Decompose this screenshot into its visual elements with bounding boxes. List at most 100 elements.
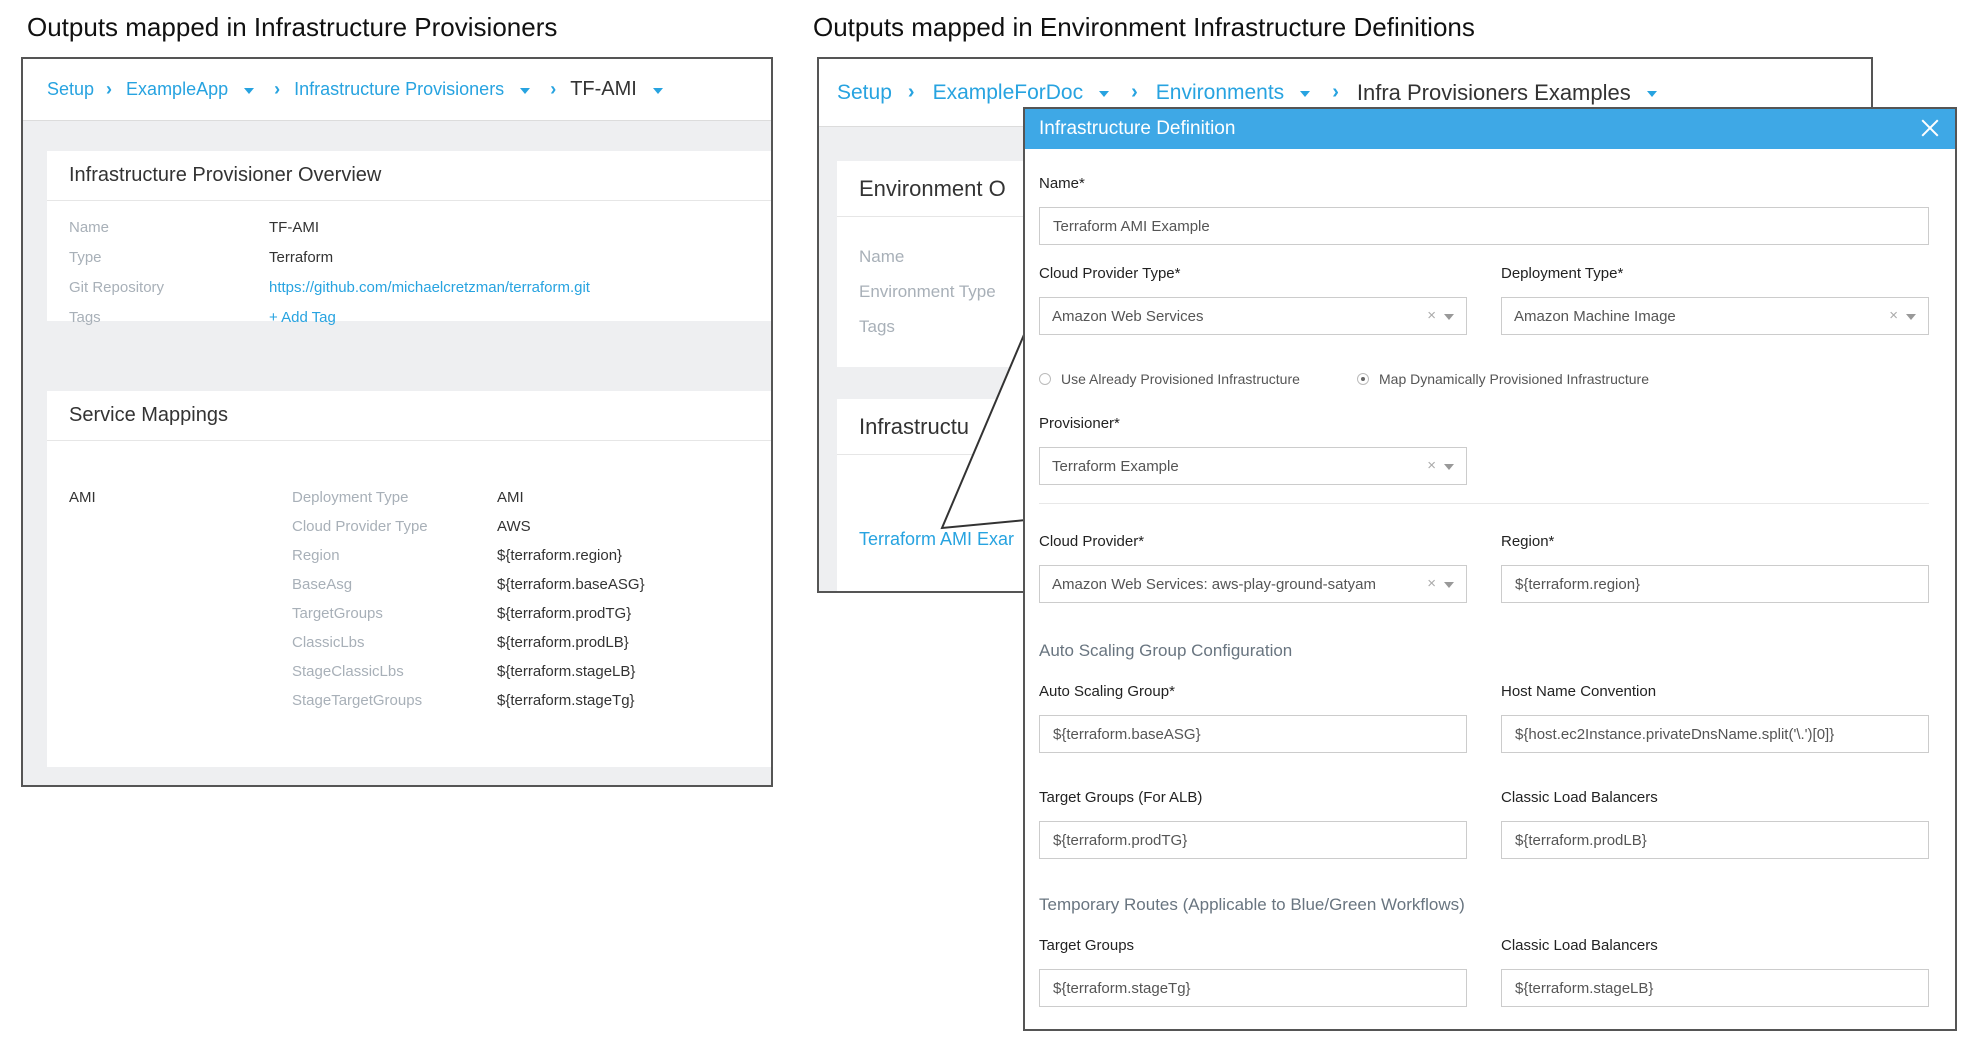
service-mappings-title: Service Mappings xyxy=(47,391,771,441)
asg-label: Auto Scaling Group* xyxy=(1039,683,1175,700)
env-label-name: Name xyxy=(859,247,905,266)
right-heading: Outputs mapped in Environment Infrastruc… xyxy=(813,12,1475,42)
mapping-value: ${terraform.stageLB} xyxy=(497,663,636,680)
git-repository-link[interactable]: https://github.com/michaelcretzman/terra… xyxy=(269,279,590,296)
mapping-value: ${terraform.prodTG} xyxy=(497,605,632,622)
clear-icon[interactable]: × xyxy=(1427,575,1436,592)
caret-down-icon[interactable] xyxy=(652,87,663,94)
caret-down-icon[interactable] xyxy=(520,87,531,94)
chevron-down-icon[interactable] xyxy=(1444,582,1454,588)
cloud-provider-type-label: Cloud Provider Type* xyxy=(1039,265,1181,282)
name-label: Name* xyxy=(1039,175,1085,192)
provisioner-label: Provisioner* xyxy=(1039,415,1120,432)
clear-icon[interactable]: × xyxy=(1427,457,1436,474)
mapping-label: StageTargetGroups xyxy=(292,692,423,709)
left-heading: Outputs mapped in Infrastructure Provisi… xyxy=(27,12,558,42)
overview-label-type: Type xyxy=(69,249,102,266)
temp-target-groups-input[interactable]: ${terraform.stageTg} xyxy=(1039,969,1467,1007)
asg-input[interactable]: ${terraform.baseASG} xyxy=(1039,715,1467,753)
clear-icon[interactable]: × xyxy=(1427,307,1436,324)
radio-button[interactable] xyxy=(1039,373,1051,385)
cloud-provider-type-value: Amazon Web Services xyxy=(1052,307,1204,325)
breadcrumb-setup[interactable]: Setup xyxy=(47,79,94,100)
chevron-right-icon: › xyxy=(1131,81,1138,103)
chevron-down-icon[interactable] xyxy=(1444,314,1454,320)
cloud-provider-select[interactable]: Amazon Web Services: aws-play-ground-sat… xyxy=(1039,565,1467,603)
caret-down-icon[interactable] xyxy=(1300,90,1311,97)
provisioner-select[interactable]: Terraform Example × xyxy=(1039,447,1467,485)
mapping-label: ClassicLbs xyxy=(292,634,365,651)
target-groups-alb-label: Target Groups (For ALB) xyxy=(1039,789,1203,806)
temp-classic-lb-input[interactable]: ${terraform.stageLB} xyxy=(1501,969,1929,1007)
callout-pointer xyxy=(940,329,1027,530)
breadcrumb-setup[interactable]: Setup xyxy=(837,81,892,105)
breadcrumb-current: Infra Provisioners Examples xyxy=(1356,79,1631,105)
mapping-value: ${terraform.baseASG} xyxy=(497,576,645,593)
temporary-routes-title: Temporary Routes (Applicable to Blue/Gre… xyxy=(1039,895,1465,914)
mapping-value: ${terraform.stageTg} xyxy=(497,692,635,709)
mapping-label: TargetGroups xyxy=(292,605,383,622)
target-groups-alb-input[interactable]: ${terraform.prodTG} xyxy=(1039,821,1467,859)
breadcrumb-current: TF-AMI xyxy=(570,78,637,100)
cloud-provider-value: Amazon Web Services: aws-play-ground-sat… xyxy=(1052,575,1377,593)
classic-lb-label: Classic Load Balancers xyxy=(1501,789,1658,806)
caret-down-icon[interactable] xyxy=(244,87,255,94)
chevron-right-icon: › xyxy=(550,79,557,99)
deployment-type-select[interactable]: Amazon Machine Image × xyxy=(1501,297,1929,335)
breadcrumb-provisioners[interactable]: Infrastructure Provisioners xyxy=(294,79,504,100)
overview-title: Infrastructure Provisioner Overview xyxy=(47,151,771,201)
deployment-type-label: Deployment Type* xyxy=(1501,265,1624,282)
divider xyxy=(1039,503,1929,504)
dialog-title: Infrastructure Definition xyxy=(1039,118,1236,139)
radio-button-selected[interactable] xyxy=(1357,373,1369,385)
chevron-down-icon[interactable] xyxy=(1906,314,1916,320)
mapping-label: BaseAsg xyxy=(292,576,353,593)
chevron-right-icon: › xyxy=(106,79,113,99)
overview-value-type: Terraform xyxy=(269,249,334,266)
close-icon[interactable] xyxy=(1919,117,1941,139)
host-name-input[interactable]: ${host.ec2Instance.privateDnsName.split(… xyxy=(1501,715,1929,753)
classic-lb-input[interactable]: ${terraform.prodLB} xyxy=(1501,821,1929,859)
chevron-down-icon[interactable] xyxy=(1444,464,1454,470)
radio-map-dynamic-label: Map Dynamically Provisioned Infrastructu… xyxy=(1379,371,1649,387)
mapping-value: AMI xyxy=(497,489,524,506)
chevron-right-icon: › xyxy=(274,79,281,99)
asg-section-title: Auto Scaling Group Configuration xyxy=(1039,641,1293,660)
breadcrumb: Setup › ExampleApp › Infrastructure Prov… xyxy=(23,59,771,121)
env-label-tags: Tags xyxy=(859,317,895,336)
mapping-value: ${terraform.prodLB} xyxy=(497,634,629,651)
overview-label-git: Git Repository xyxy=(69,279,165,296)
mapping-label: Region xyxy=(292,547,340,564)
name-input[interactable]: Terraform AMI Example xyxy=(1039,207,1929,245)
infrastructure-provisioner-panel: Setup › ExampleApp › Infrastructure Prov… xyxy=(21,57,773,787)
deployment-type-value: Amazon Machine Image xyxy=(1514,307,1676,325)
service-mappings-card: Service Mappings AMI Deployment Type AMI… xyxy=(47,391,771,767)
chevron-right-icon: › xyxy=(1332,81,1339,103)
add-tag-link[interactable]: + Add Tag xyxy=(269,309,336,326)
chevron-right-icon: › xyxy=(907,81,915,103)
cloud-provider-label: Cloud Provider* xyxy=(1039,533,1145,550)
provisioner-overview-card: Infrastructure Provisioner Overview Name… xyxy=(47,151,771,326)
overview-value-name: TF-AMI xyxy=(269,219,319,236)
dialog-header: Infrastructure Definition xyxy=(1025,109,1955,149)
host-name-label: Host Name Convention xyxy=(1501,683,1657,700)
cloud-provider-type-select[interactable]: Amazon Web Services × xyxy=(1039,297,1467,335)
caret-down-icon[interactable] xyxy=(1099,90,1110,97)
breadcrumb-app[interactable]: ExampleApp xyxy=(126,79,228,100)
mapping-label: StageClassicLbs xyxy=(292,663,404,680)
clear-icon[interactable]: × xyxy=(1889,307,1898,324)
caret-down-icon[interactable] xyxy=(1646,90,1657,97)
breadcrumb-app[interactable]: ExampleForDoc xyxy=(933,81,1084,105)
radio-map-dynamic[interactable]: Map Dynamically Provisioned Infrastructu… xyxy=(1357,371,1649,387)
env-label-type: Environment Type xyxy=(859,282,996,301)
region-label: Region* xyxy=(1501,533,1555,550)
mapping-value: AWS xyxy=(497,518,531,535)
mapping-value: ${terraform.region} xyxy=(497,547,623,564)
overview-label-tags: Tags xyxy=(69,309,101,326)
temp-classic-lb-label: Classic Load Balancers xyxy=(1501,937,1658,954)
mapping-label: Cloud Provider Type xyxy=(292,518,428,535)
radio-use-existing[interactable]: Use Already Provisioned Infrastructure xyxy=(1039,371,1300,387)
radio-use-existing-label: Use Already Provisioned Infrastructure xyxy=(1061,371,1300,387)
region-input[interactable]: ${terraform.region} xyxy=(1501,565,1929,603)
breadcrumb-environments[interactable]: Environments xyxy=(1156,81,1284,105)
